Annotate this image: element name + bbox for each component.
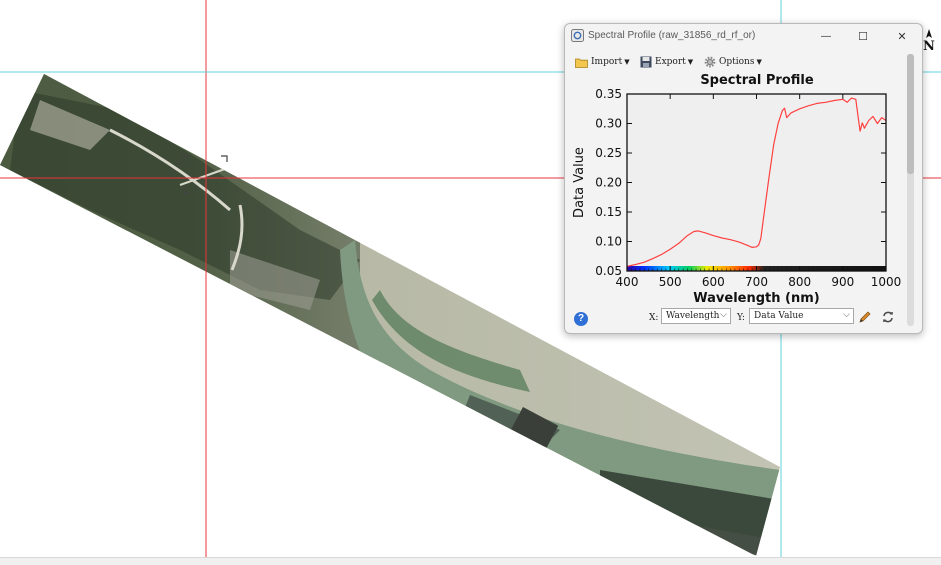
minimize-button[interactable]: —: [811, 26, 841, 46]
chart-title: Spectral Profile: [700, 73, 814, 88]
x-axis-prefix: X:: [649, 313, 659, 323]
y-tick-label: 0.20: [595, 176, 622, 190]
y-tick-label: 0.35: [595, 87, 622, 101]
app-icon: [571, 29, 584, 42]
chevron-down-icon: ⌵: [720, 310, 727, 320]
x-tick-label: 1000: [871, 275, 902, 289]
y-axis-label: Data Value: [572, 147, 587, 218]
chevron-down-icon: ⌵: [843, 310, 850, 320]
folder-icon: [575, 58, 588, 68]
import-label: Import: [591, 57, 623, 67]
chevron-down-icon: ▼: [756, 58, 762, 66]
y-axis-prefix: Y:: [737, 313, 745, 323]
close-button[interactable]: ✕: [887, 26, 917, 46]
close-icon: ✕: [897, 30, 907, 43]
maximize-button[interactable]: ☐: [848, 26, 878, 46]
y-tick-label: 0.10: [595, 235, 622, 249]
x-tick-label: 800: [788, 275, 811, 289]
gear-icon: [704, 56, 716, 68]
floppy-disk-icon: [640, 56, 652, 68]
x-axis-select-value: Wavelength: [666, 311, 720, 321]
chevron-down-icon: ▼: [624, 58, 630, 66]
plot-area: [627, 94, 886, 271]
y-tick-label: 0.05: [595, 264, 622, 278]
x-axis-label: Wavelength (nm): [693, 291, 819, 306]
x-tick-label: 600: [702, 275, 725, 289]
spectral-plot[interactable]: Spectral Profile 400 500 600 700 800 900 10000…: [565, 68, 910, 306]
y-axis-select[interactable]: Data Value ⌵: [749, 308, 854, 324]
options-label: Options: [719, 57, 755, 67]
window-title: Spectral Profile (raw_31856_rd_rf_or): [588, 30, 756, 41]
minimize-icon: —: [821, 30, 831, 42]
chevron-down-icon: ▼: [687, 58, 694, 66]
y-tick-label: 0.25: [595, 146, 622, 160]
y-axis-select-value: Data Value: [754, 311, 804, 321]
y-tick-label: 0.15: [595, 205, 622, 219]
title-bar[interactable]: Spectral Profile (raw_31856_rd_rf_or) — …: [565, 24, 922, 48]
export-label: Export: [655, 57, 686, 67]
x-axis-select[interactable]: Wavelength ⌵: [661, 308, 731, 324]
maximize-icon: ☐: [858, 30, 868, 43]
x-tick-label: 500: [659, 275, 682, 289]
spectral-profile-window[interactable]: Spectral Profile (raw_31856_rd_rf_or) — …: [564, 23, 923, 334]
y-tick-label: 0.30: [595, 117, 622, 131]
scrollbar-thumb[interactable]: [907, 54, 914, 174]
x-tick-label: 700: [745, 275, 768, 289]
help-icon[interactable]: ?: [574, 312, 588, 326]
north-label: N: [923, 39, 935, 54]
x-tick-label: 900: [831, 275, 854, 289]
pencil-icon[interactable]: [858, 310, 872, 324]
reset-icon[interactable]: [881, 310, 895, 324]
